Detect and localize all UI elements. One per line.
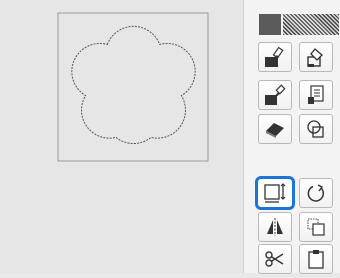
scissors-icon xyxy=(265,251,284,267)
rotate-icon xyxy=(307,184,325,202)
paint-bucket-fill-icon xyxy=(265,46,284,67)
pick-line-style-button[interactable] xyxy=(299,80,333,110)
resize-button[interactable] xyxy=(255,176,295,210)
flip-horizontal-icon xyxy=(267,218,283,236)
canvas-svg xyxy=(57,12,209,162)
eraser-icon xyxy=(266,123,284,138)
duplicate-icon xyxy=(307,218,325,236)
clipboard-icon xyxy=(308,250,324,269)
eraser-button[interactable] xyxy=(258,114,292,144)
paint-bucket-outline-icon xyxy=(307,48,323,67)
shape-bounding-box[interactable] xyxy=(57,12,209,162)
paste-button[interactable] xyxy=(299,244,333,274)
eyedropper-fill-icon xyxy=(265,84,286,105)
cut-button[interactable] xyxy=(258,244,292,274)
pick-shape-color-button[interactable] xyxy=(258,80,292,110)
resize-box-icon xyxy=(264,183,286,203)
overlap-shapes-icon xyxy=(307,120,324,138)
flower-shape[interactable] xyxy=(71,25,196,144)
merge-shapes-button[interactable] xyxy=(299,114,333,144)
rotate-button[interactable] xyxy=(299,178,333,208)
fill-shape-button[interactable] xyxy=(258,42,292,72)
duplicate-button[interactable] xyxy=(299,212,333,242)
eyedropper-line-style-icon xyxy=(308,85,324,104)
primary-color-swatch[interactable] xyxy=(259,14,281,35)
drawing-canvas[interactable] xyxy=(0,0,243,273)
fill-line-button[interactable] xyxy=(299,42,333,72)
flip-button[interactable] xyxy=(258,212,292,242)
pattern-swatch[interactable] xyxy=(283,14,339,35)
